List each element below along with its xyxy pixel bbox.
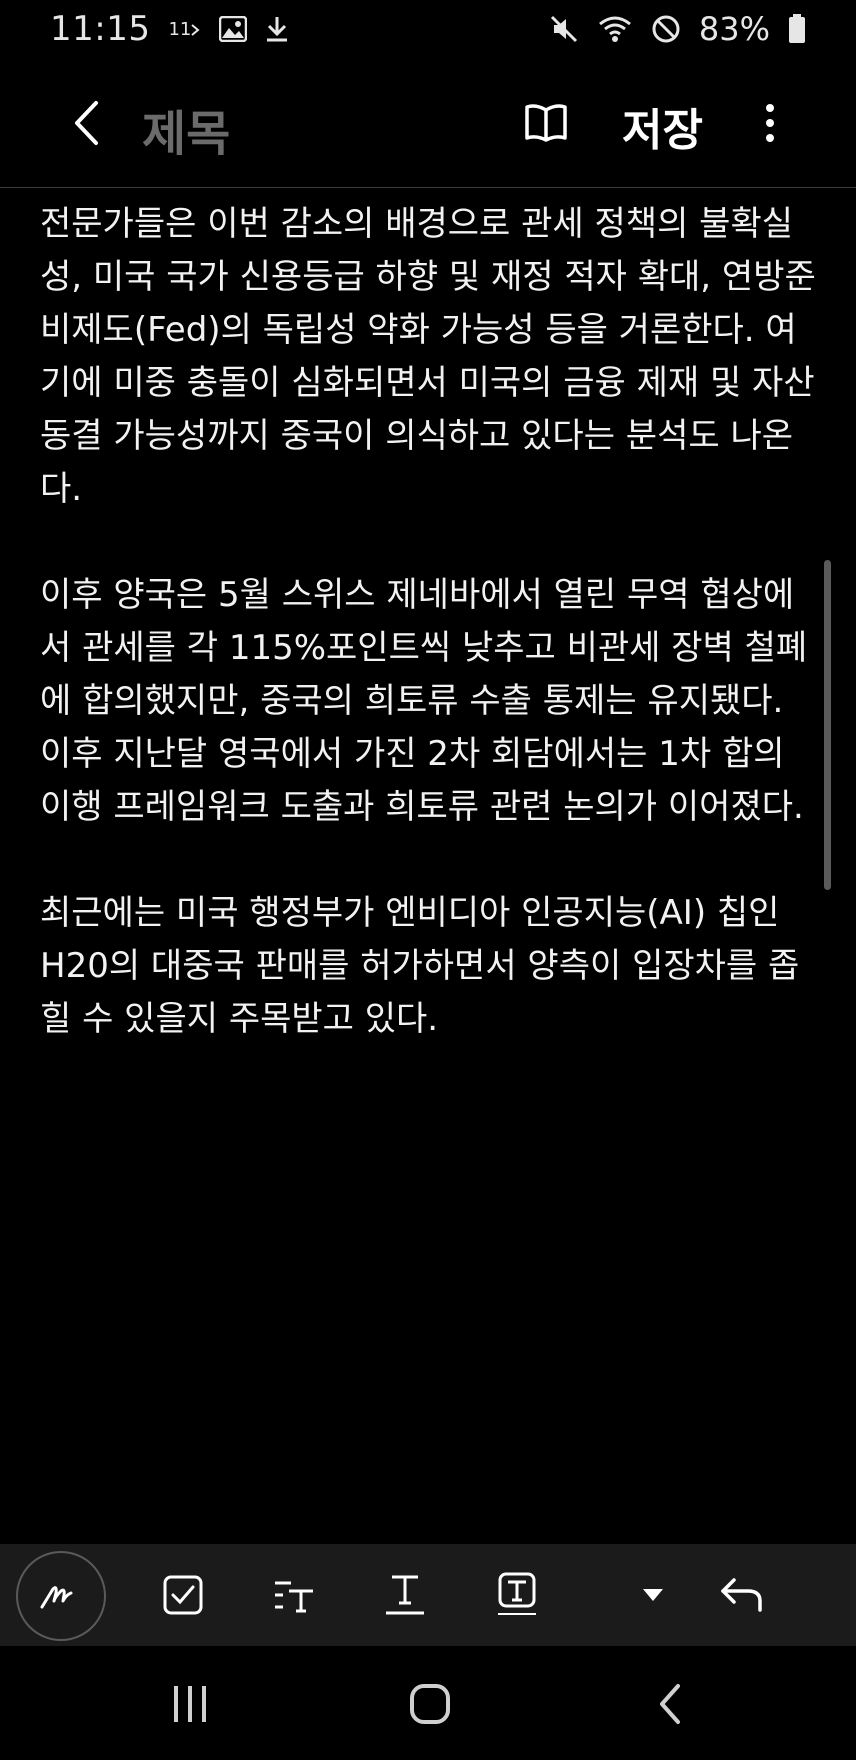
text-format-button[interactable] xyxy=(370,1560,440,1630)
status-time: 11:15 xyxy=(50,9,151,49)
text-box-icon xyxy=(498,1572,536,1615)
recents-button[interactable] xyxy=(160,1674,220,1734)
editing-toolbar xyxy=(0,1544,856,1646)
back-arrow-icon xyxy=(75,101,98,145)
battery-percent: 83% xyxy=(698,10,770,48)
undo-button[interactable] xyxy=(706,1560,776,1630)
app-bar: 제목 저장 xyxy=(0,58,856,188)
save-button[interactable]: 저장 xyxy=(622,94,703,158)
do-not-disturb-icon xyxy=(651,14,681,44)
book-icon xyxy=(525,104,567,142)
back-button[interactable] xyxy=(62,98,112,148)
image-icon xyxy=(219,16,248,42)
status-left: 11:15 11 xyxy=(50,9,289,49)
reading-mode-button[interactable] xyxy=(518,98,574,148)
navigation-bar xyxy=(0,1646,856,1760)
battery-icon xyxy=(788,14,806,44)
scrollbar[interactable] xyxy=(824,560,831,890)
checkbox-button[interactable] xyxy=(148,1560,218,1630)
home-icon xyxy=(410,1684,450,1724)
mute-icon xyxy=(549,14,579,44)
pen-icon xyxy=(40,1586,73,1609)
undo-icon xyxy=(721,1578,762,1612)
note-body[interactable]: 전문가들은 이번 감소의 배경으로 관세 정책의 불확실성, 미국 국가 신용등… xyxy=(40,198,820,1099)
status-right: 83% xyxy=(549,10,806,48)
wifi-icon xyxy=(597,14,633,44)
paragraph-2: 이후 양국은 5월 스위스 제네바에서 열린 무역 협상에서 관세를 각 115… xyxy=(40,575,808,827)
paragraph-1: 전문가들은 이번 감소의 배경으로 관세 정책의 불확실성, 미국 국가 신용등… xyxy=(40,204,816,509)
home-button[interactable] xyxy=(400,1674,460,1734)
text-box-button[interactable] xyxy=(482,1560,552,1630)
paragraph-3: 최근에는 미국 행정부가 엔비디아 인공지능(AI) 칩인 H20의 대중국 판… xyxy=(40,893,800,1039)
note-title-input[interactable]: 제목 xyxy=(142,94,230,164)
text-style-icon xyxy=(275,1581,313,1613)
download-icon xyxy=(265,15,289,43)
status-bar: 11:15 11 83% xyxy=(0,0,856,58)
dropdown-icon xyxy=(643,1589,663,1601)
nav-back-button[interactable] xyxy=(640,1674,700,1734)
back-icon xyxy=(660,1684,680,1724)
expand-toolbar-button[interactable] xyxy=(618,1560,688,1630)
checkbox-icon xyxy=(163,1575,203,1615)
more-options-button[interactable] xyxy=(750,98,790,148)
notification-11-label: 11 xyxy=(168,18,192,40)
more-vert-icon xyxy=(766,104,774,142)
text-underline-icon xyxy=(386,1575,424,1615)
text-style-button[interactable] xyxy=(260,1560,330,1630)
pen-mode-button[interactable] xyxy=(16,1551,106,1641)
notification-11-icon: 11 xyxy=(168,19,201,40)
recents-icon xyxy=(174,1686,206,1722)
